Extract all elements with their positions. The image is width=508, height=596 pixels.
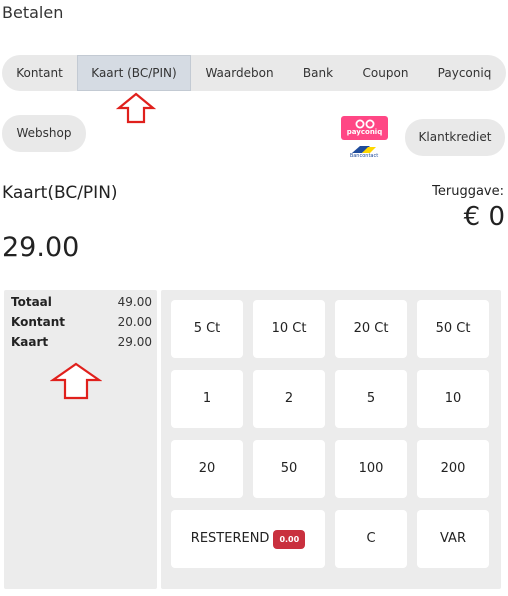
key-50[interactable]: 50 xyxy=(253,440,325,498)
key-5[interactable]: 5 xyxy=(335,370,407,428)
bancontact-logo: Bancontact xyxy=(346,141,382,161)
summary-row: Kontant 20.00 xyxy=(11,315,152,333)
summary-value: 49.00 xyxy=(117,295,152,309)
remaining-button[interactable]: RESTEREND 0.00 xyxy=(171,510,325,568)
key-20[interactable]: 20 xyxy=(171,440,243,498)
tab-kontant[interactable]: Kontant xyxy=(2,55,77,91)
tab-coupon[interactable]: Coupon xyxy=(348,55,423,91)
summary-row: Totaal 49.00 xyxy=(11,295,152,313)
payment-summary-panel: Totaal 49.00 Kontant 20.00 Kaart 29.00 xyxy=(4,290,157,589)
summary-label: Totaal xyxy=(11,295,52,309)
klantkrediet-button[interactable]: Klantkrediet xyxy=(405,119,505,156)
key-5-ct[interactable]: 5 Ct xyxy=(171,300,243,358)
summary-label: Kontant xyxy=(11,315,65,329)
change-value: € 0 xyxy=(463,202,505,232)
change-label: Teruggave: xyxy=(432,184,504,199)
key-10[interactable]: 10 xyxy=(417,370,489,428)
key-2[interactable]: 2 xyxy=(253,370,325,428)
key-20-ct[interactable]: 20 Ct xyxy=(335,300,407,358)
summary-value: 20.00 xyxy=(117,315,152,329)
tab-waardebon[interactable]: Waardebon xyxy=(191,55,288,91)
tab-kaart[interactable]: Kaart (BC/PIN) xyxy=(77,55,191,91)
key-200[interactable]: 200 xyxy=(417,440,489,498)
remaining-label: RESTEREND xyxy=(190,531,270,546)
annotation-arrow-up-icon xyxy=(50,362,102,400)
payconiq-logo-text: payconiq xyxy=(346,128,383,136)
page-title: Betalen xyxy=(2,3,64,22)
annotation-arrow-up-icon xyxy=(116,92,156,124)
clear-button[interactable]: C xyxy=(335,510,407,568)
payconiq-logo[interactable]: payconiq xyxy=(341,116,388,140)
payment-method-tabbar: Kontant Kaart (BC/PIN) Waardebon Bank Co… xyxy=(2,55,506,91)
selected-method-label: Kaart(BC/PIN) xyxy=(2,183,118,203)
remaining-badge: 0.00 xyxy=(273,530,306,549)
payment-amount: 29.00 xyxy=(2,232,80,263)
webshop-button[interactable]: Webshop xyxy=(2,115,86,152)
key-100[interactable]: 100 xyxy=(335,440,407,498)
amount-keypad: 5 Ct 10 Ct 20 Ct 50 Ct 1 2 5 10 20 50 10… xyxy=(161,290,501,589)
key-1[interactable]: 1 xyxy=(171,370,243,428)
key-50-ct[interactable]: 50 Ct xyxy=(417,300,489,358)
summary-value: 29.00 xyxy=(117,335,152,349)
tab-bank[interactable]: Bank xyxy=(288,55,348,91)
key-10-ct[interactable]: 10 Ct xyxy=(253,300,325,358)
var-button[interactable]: VAR xyxy=(417,510,489,568)
summary-row: Kaart 29.00 xyxy=(11,335,152,353)
summary-label: Kaart xyxy=(11,335,49,349)
tab-payconiq[interactable]: Payconiq xyxy=(423,55,506,91)
bancontact-logo-text: Bancontact xyxy=(349,153,379,159)
